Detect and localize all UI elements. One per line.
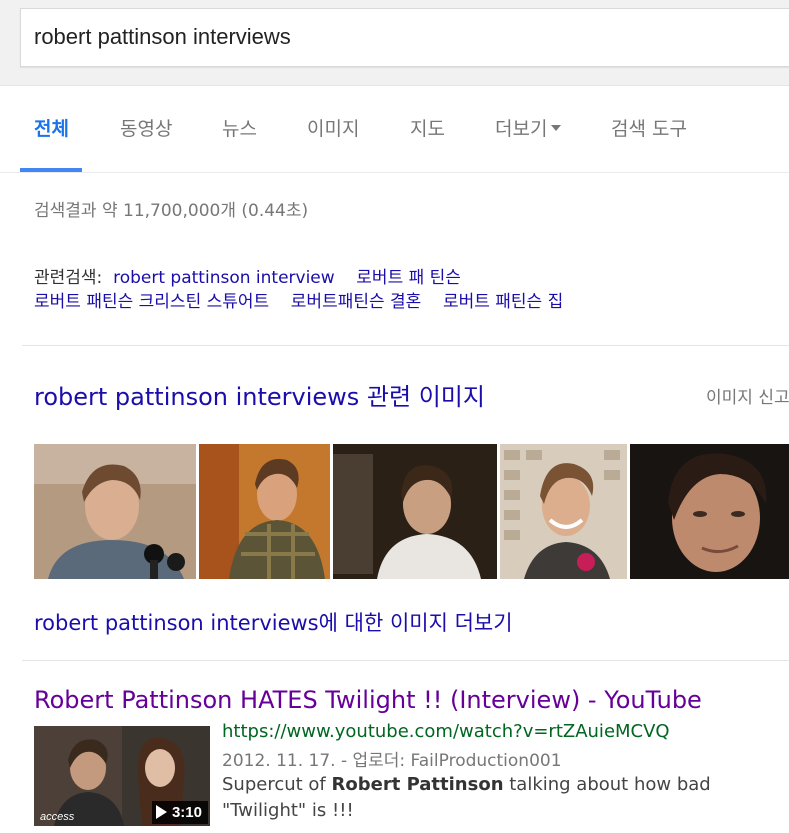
divider bbox=[22, 660, 789, 661]
tab-videos[interactable]: 동영상 bbox=[120, 114, 172, 141]
search-header bbox=[0, 0, 789, 86]
tab-images[interactable]: 이미지 bbox=[307, 114, 359, 141]
tab-news[interactable]: 뉴스 bbox=[222, 114, 257, 141]
related-link[interactable]: 로버트패틴슨 결혼 bbox=[291, 292, 422, 312]
video-duration-badge: 3:10 bbox=[151, 801, 208, 824]
image-thumbnail-2[interactable] bbox=[199, 444, 330, 579]
tab-all[interactable]: 전체 bbox=[34, 114, 69, 141]
search-input[interactable] bbox=[34, 22, 734, 52]
result-snippet: Supercut of Robert Pattinson talking abo… bbox=[222, 772, 789, 824]
channel-logo: access bbox=[40, 811, 75, 823]
divider bbox=[22, 345, 789, 346]
photo-man-plaid-shirt-icon bbox=[199, 444, 330, 579]
play-icon bbox=[155, 805, 167, 820]
snippet-highlight: Robert Pattinson bbox=[331, 774, 504, 795]
image-thumbnails bbox=[0, 444, 789, 579]
active-tab-indicator bbox=[20, 168, 82, 172]
related-link[interactable]: robert pattinson interview bbox=[113, 268, 335, 288]
photo-man-closeup-icon bbox=[630, 444, 789, 579]
related-searches: 관련검색: robert pattinson interview 로버트 패 틴… bbox=[34, 266, 563, 314]
report-images-link[interactable]: 이미지 신고 bbox=[706, 383, 789, 408]
photo-man-white-tshirt-icon bbox=[333, 444, 497, 579]
image-results-heading[interactable]: robert pattinson interviews 관련 이미지 bbox=[34, 377, 485, 412]
search-box[interactable] bbox=[20, 8, 789, 67]
image-thumbnail-3[interactable] bbox=[333, 444, 497, 579]
image-thumbnail-1[interactable] bbox=[34, 444, 196, 579]
tab-more-label: 더보기 bbox=[495, 118, 548, 140]
video-thumbnail[interactable]: access 3:10 bbox=[34, 726, 210, 826]
result-url[interactable]: https://www.youtube.com/watch?v=rtZAuieM… bbox=[222, 721, 670, 742]
related-link[interactable]: 로버트 패 틴슨 bbox=[356, 268, 461, 288]
photo-man-smiling-comiccon-icon bbox=[500, 444, 627, 579]
tab-more[interactable]: 더보기 bbox=[495, 114, 562, 141]
tab-maps[interactable]: 지도 bbox=[410, 114, 445, 141]
image-thumbnail-4[interactable] bbox=[500, 444, 627, 579]
photo-man-microphone-icon bbox=[34, 444, 196, 579]
result-stats: 검색결과 약 11,700,000개 (0.44초) bbox=[34, 201, 309, 221]
result-title-link[interactable]: Robert Pattinson HATES Twilight !! (Inte… bbox=[34, 686, 702, 714]
tab-search-tools[interactable]: 검색 도구 bbox=[611, 114, 687, 141]
image-thumbnail-5[interactable] bbox=[630, 444, 789, 579]
related-link[interactable]: 로버트 패틴슨 크리스틴 스튜어트 bbox=[34, 292, 269, 312]
related-link[interactable]: 로버트 패틴슨 집 bbox=[443, 292, 563, 312]
snippet-text: Supercut of bbox=[222, 774, 332, 795]
result-meta: 2012. 11. 17. - 업로더: FailProduction001 bbox=[222, 751, 562, 771]
more-images-link[interactable]: robert pattinson interviews에 대한 이미지 더보기 bbox=[34, 607, 513, 637]
chevron-down-icon bbox=[551, 124, 562, 131]
related-label: 관련검색: bbox=[34, 268, 103, 288]
video-duration: 3:10 bbox=[171, 804, 202, 821]
search-tabs: 전체 동영상 뉴스 이미지 지도 더보기 검색 도구 bbox=[0, 86, 789, 173]
